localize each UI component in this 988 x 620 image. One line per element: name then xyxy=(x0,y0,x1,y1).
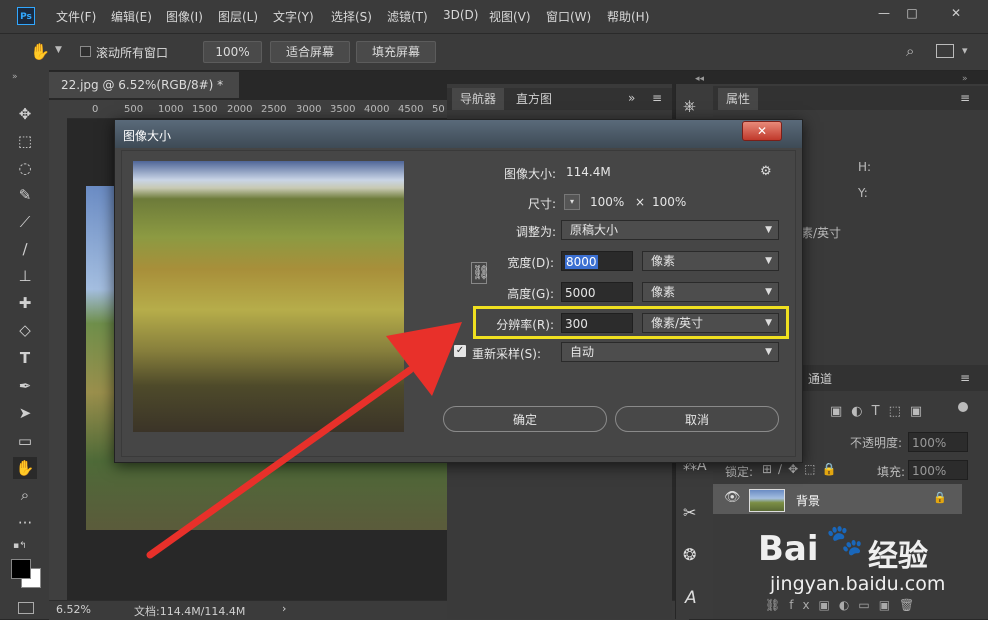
paw-icon: 🐾 xyxy=(826,523,864,558)
watermark-url: jingyan.baidu.com xyxy=(770,573,946,595)
watermark-brand: Bai xyxy=(758,529,819,569)
watermark-brand2: 经验 xyxy=(868,539,928,574)
baidu-jingyan-watermark: Bai 🐾 经验 jingyan.baidu.com xyxy=(740,505,980,605)
